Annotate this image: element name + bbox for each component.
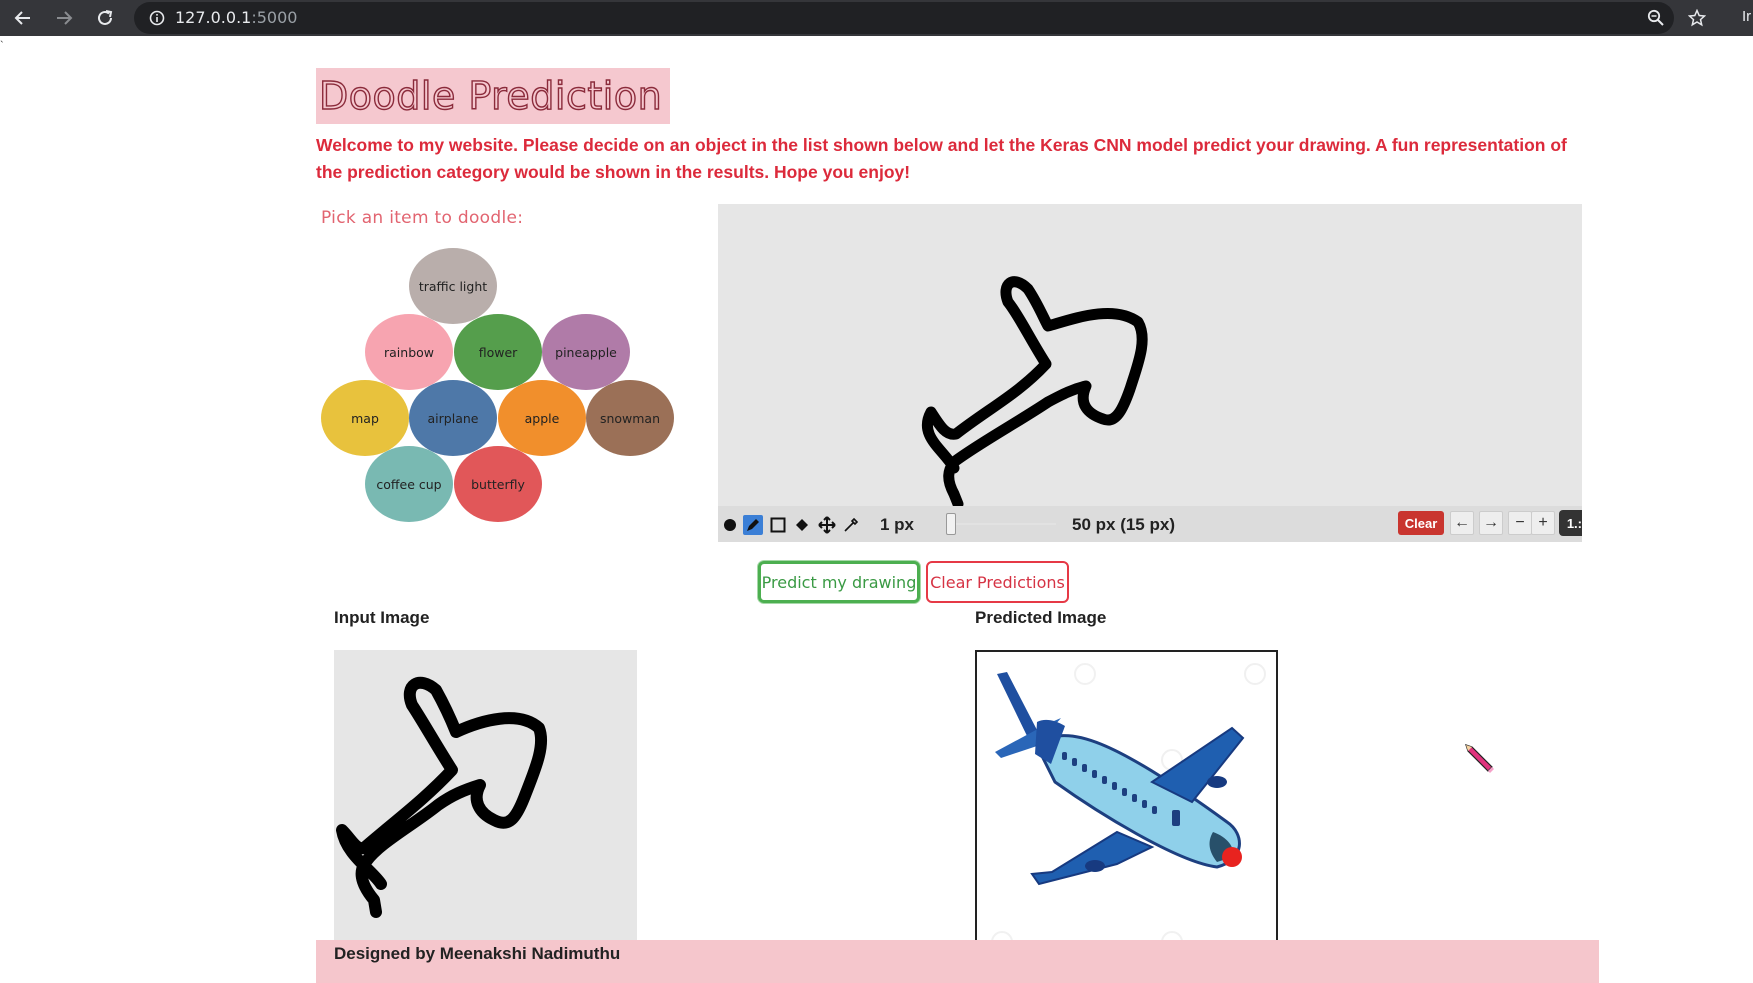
page-title: Doodle Prediction (318, 73, 663, 118)
predict-button[interactable]: Predict my drawing (758, 561, 920, 603)
pencil-tool-icon[interactable] (743, 515, 763, 535)
stray-mark: ` (0, 40, 4, 52)
item-bubble-butterfly[interactable]: butterfly (454, 446, 542, 522)
zoom-search-icon[interactable] (1642, 4, 1670, 32)
back-icon[interactable] (9, 4, 37, 32)
welcome-text: Welcome to my website. Please decide on … (316, 135, 1567, 182)
rectangle-tool-icon[interactable] (768, 515, 788, 535)
item-label: rainbow (384, 344, 434, 360)
zoom-out-button[interactable]: − (1508, 511, 1532, 535)
input-image (334, 650, 637, 976)
input-image-heading: Input Image (334, 608, 430, 627)
undo-arrow-button[interactable]: ← (1450, 511, 1474, 535)
item-bubble-airplane[interactable]: airplane (409, 380, 497, 456)
item-label: map (351, 410, 379, 426)
move-tool-icon[interactable] (817, 515, 837, 535)
item-bubble-pineapple[interactable]: pineapple (542, 314, 630, 390)
brush-size-text: 50 px (15 px) (1072, 515, 1175, 534)
redo-arrow-button[interactable]: → (1479, 511, 1503, 535)
item-bubble-flower[interactable]: flower (454, 314, 542, 390)
brush-dot-icon[interactable] (720, 515, 740, 535)
item-label: snowman (599, 410, 661, 426)
item-label: pineapple (555, 344, 617, 360)
doodle-drawing (921, 276, 1148, 510)
item-bubble-apple[interactable]: apple (498, 380, 586, 456)
item-label: airplane (427, 410, 479, 426)
info-icon[interactable] (149, 10, 165, 26)
pick-item-label: Pick an item to doodle: (321, 208, 524, 228)
footer-credit: Designed by Meenakshi Nadimuthu (334, 944, 621, 963)
item-label: flower (478, 344, 518, 360)
item-bubble-coffee-cup[interactable]: coffee cup (365, 446, 453, 522)
address-bar[interactable] (134, 2, 1674, 34)
item-bubble-map[interactable]: map (321, 380, 409, 456)
page-content: ` Doodle Prediction Welcome to my websit… (0, 36, 1753, 983)
browser-toolbar: 127.0.0.1:5000 Ir (0, 0, 1753, 36)
url-text[interactable]: 127.0.0.1:5000 (175, 8, 297, 27)
zoom-in-button[interactable]: + (1531, 511, 1555, 535)
item-label: coffee cup (376, 476, 442, 492)
item-label: apple (524, 410, 560, 426)
pencil-cursor-icon (1465, 744, 1494, 773)
item-bubble-rainbow[interactable]: rainbow (365, 314, 453, 390)
forward-icon[interactable] (50, 4, 78, 32)
clear-predictions-button[interactable]: Clear Predictions (926, 561, 1069, 603)
eraser-tool-icon[interactable] (792, 515, 812, 535)
brush-size-slider-track[interactable] (956, 523, 1056, 525)
item-bubble-traffic-light[interactable]: traffic light (409, 248, 497, 324)
item-bubble-snowman[interactable]: snowman (586, 380, 674, 456)
drawing-canvas[interactable] (718, 204, 1582, 542)
clear-canvas-button[interactable]: Clear (1398, 511, 1444, 535)
brush-size-slider-handle[interactable] (946, 513, 956, 535)
bookmark-star-icon[interactable] (1683, 4, 1711, 32)
item-label: butterfly (471, 476, 525, 492)
reload-icon[interactable] (91, 4, 119, 32)
eyedropper-tool-icon[interactable] (841, 515, 861, 535)
item-label: traffic light (418, 278, 488, 294)
stroke-width-text: 1 px (880, 515, 915, 534)
browser-overflow-text: Ir (1742, 8, 1752, 25)
predicted-airplane-image (975, 650, 1278, 976)
zoom-level-indicator: 1.: (1559, 510, 1582, 536)
predicted-image-heading: Predicted Image (975, 608, 1107, 627)
